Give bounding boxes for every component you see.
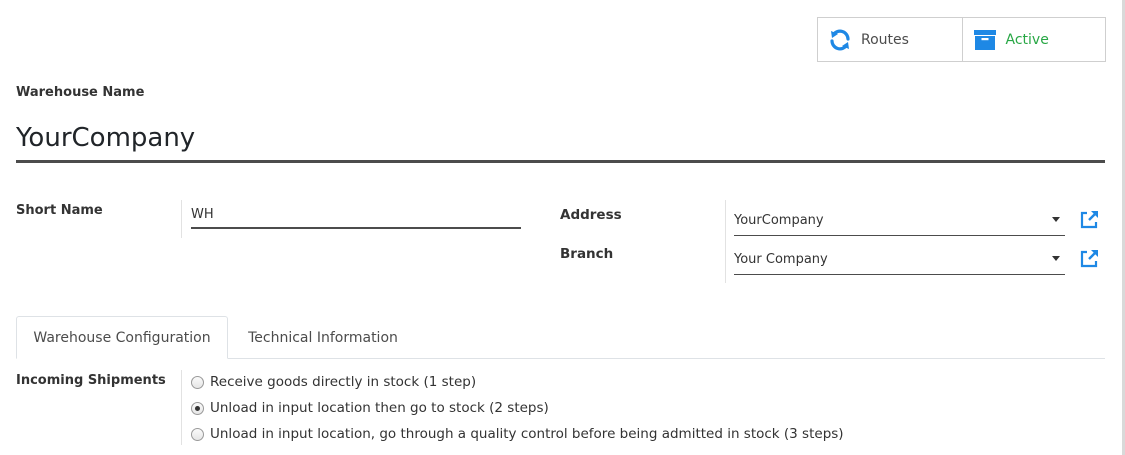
smart-buttons: Routes Active bbox=[817, 17, 1106, 62]
routes-label: Routes bbox=[861, 31, 909, 48]
address-underline bbox=[734, 235, 1065, 236]
tab-technical-information-label: Technical Information bbox=[248, 329, 398, 346]
short-name-label: Short Name bbox=[16, 203, 103, 218]
address-label: Address bbox=[560, 207, 622, 223]
address-dropdown-caret[interactable] bbox=[1052, 217, 1060, 222]
branch-external-link-icon[interactable] bbox=[1078, 248, 1100, 270]
incoming-option-3-radio[interactable] bbox=[191, 427, 204, 441]
incoming-option-3-steps[interactable]: Unload in input location, go through a q… bbox=[191, 425, 844, 443]
active-label: Active bbox=[1005, 31, 1049, 48]
warehouse-name-label: Warehouse Name bbox=[16, 85, 145, 100]
incoming-option-3-label: Unload in input location, go through a q… bbox=[210, 426, 844, 442]
short-name-underline bbox=[191, 227, 521, 229]
incoming-option-2-steps[interactable]: Unload in input location then go to stoc… bbox=[191, 399, 549, 417]
archive-icon bbox=[973, 28, 997, 52]
branch-underline bbox=[734, 274, 1065, 275]
incoming-option-1-label: Receive goods directly in stock (1 step) bbox=[210, 374, 477, 390]
incoming-option-1-step[interactable]: Receive goods directly in stock (1 step) bbox=[191, 373, 476, 391]
address-select[interactable]: YourCompany bbox=[734, 213, 824, 228]
warehouse-name-input[interactable]: YourCompany bbox=[16, 123, 195, 153]
incoming-option-1-radio[interactable] bbox=[191, 375, 204, 389]
short-name-separator bbox=[181, 200, 182, 238]
tab-warehouse-configuration-label: Warehouse Configuration bbox=[33, 329, 211, 346]
tab-technical-information[interactable]: Technical Information bbox=[228, 316, 418, 359]
address-separator bbox=[725, 200, 726, 283]
incoming-option-2-radio[interactable] bbox=[191, 401, 204, 415]
short-name-input[interactable]: WH bbox=[191, 207, 214, 222]
branch-dropdown-caret[interactable] bbox=[1052, 256, 1060, 261]
warehouse-name-underline bbox=[16, 160, 1105, 163]
tab-warehouse-configuration[interactable]: Warehouse Configuration bbox=[16, 316, 228, 359]
address-external-link-icon[interactable] bbox=[1078, 209, 1100, 231]
routes-button[interactable]: Routes bbox=[818, 18, 962, 61]
incoming-shipments-separator bbox=[181, 370, 182, 445]
active-button[interactable]: Active bbox=[961, 18, 1106, 61]
incoming-option-2-label: Unload in input location then go to stoc… bbox=[210, 400, 549, 416]
incoming-shipments-label: Incoming Shipments bbox=[16, 373, 166, 388]
branch-select[interactable]: Your Company bbox=[734, 252, 828, 267]
refresh-icon bbox=[828, 28, 852, 52]
branch-label: Branch bbox=[560, 246, 614, 262]
